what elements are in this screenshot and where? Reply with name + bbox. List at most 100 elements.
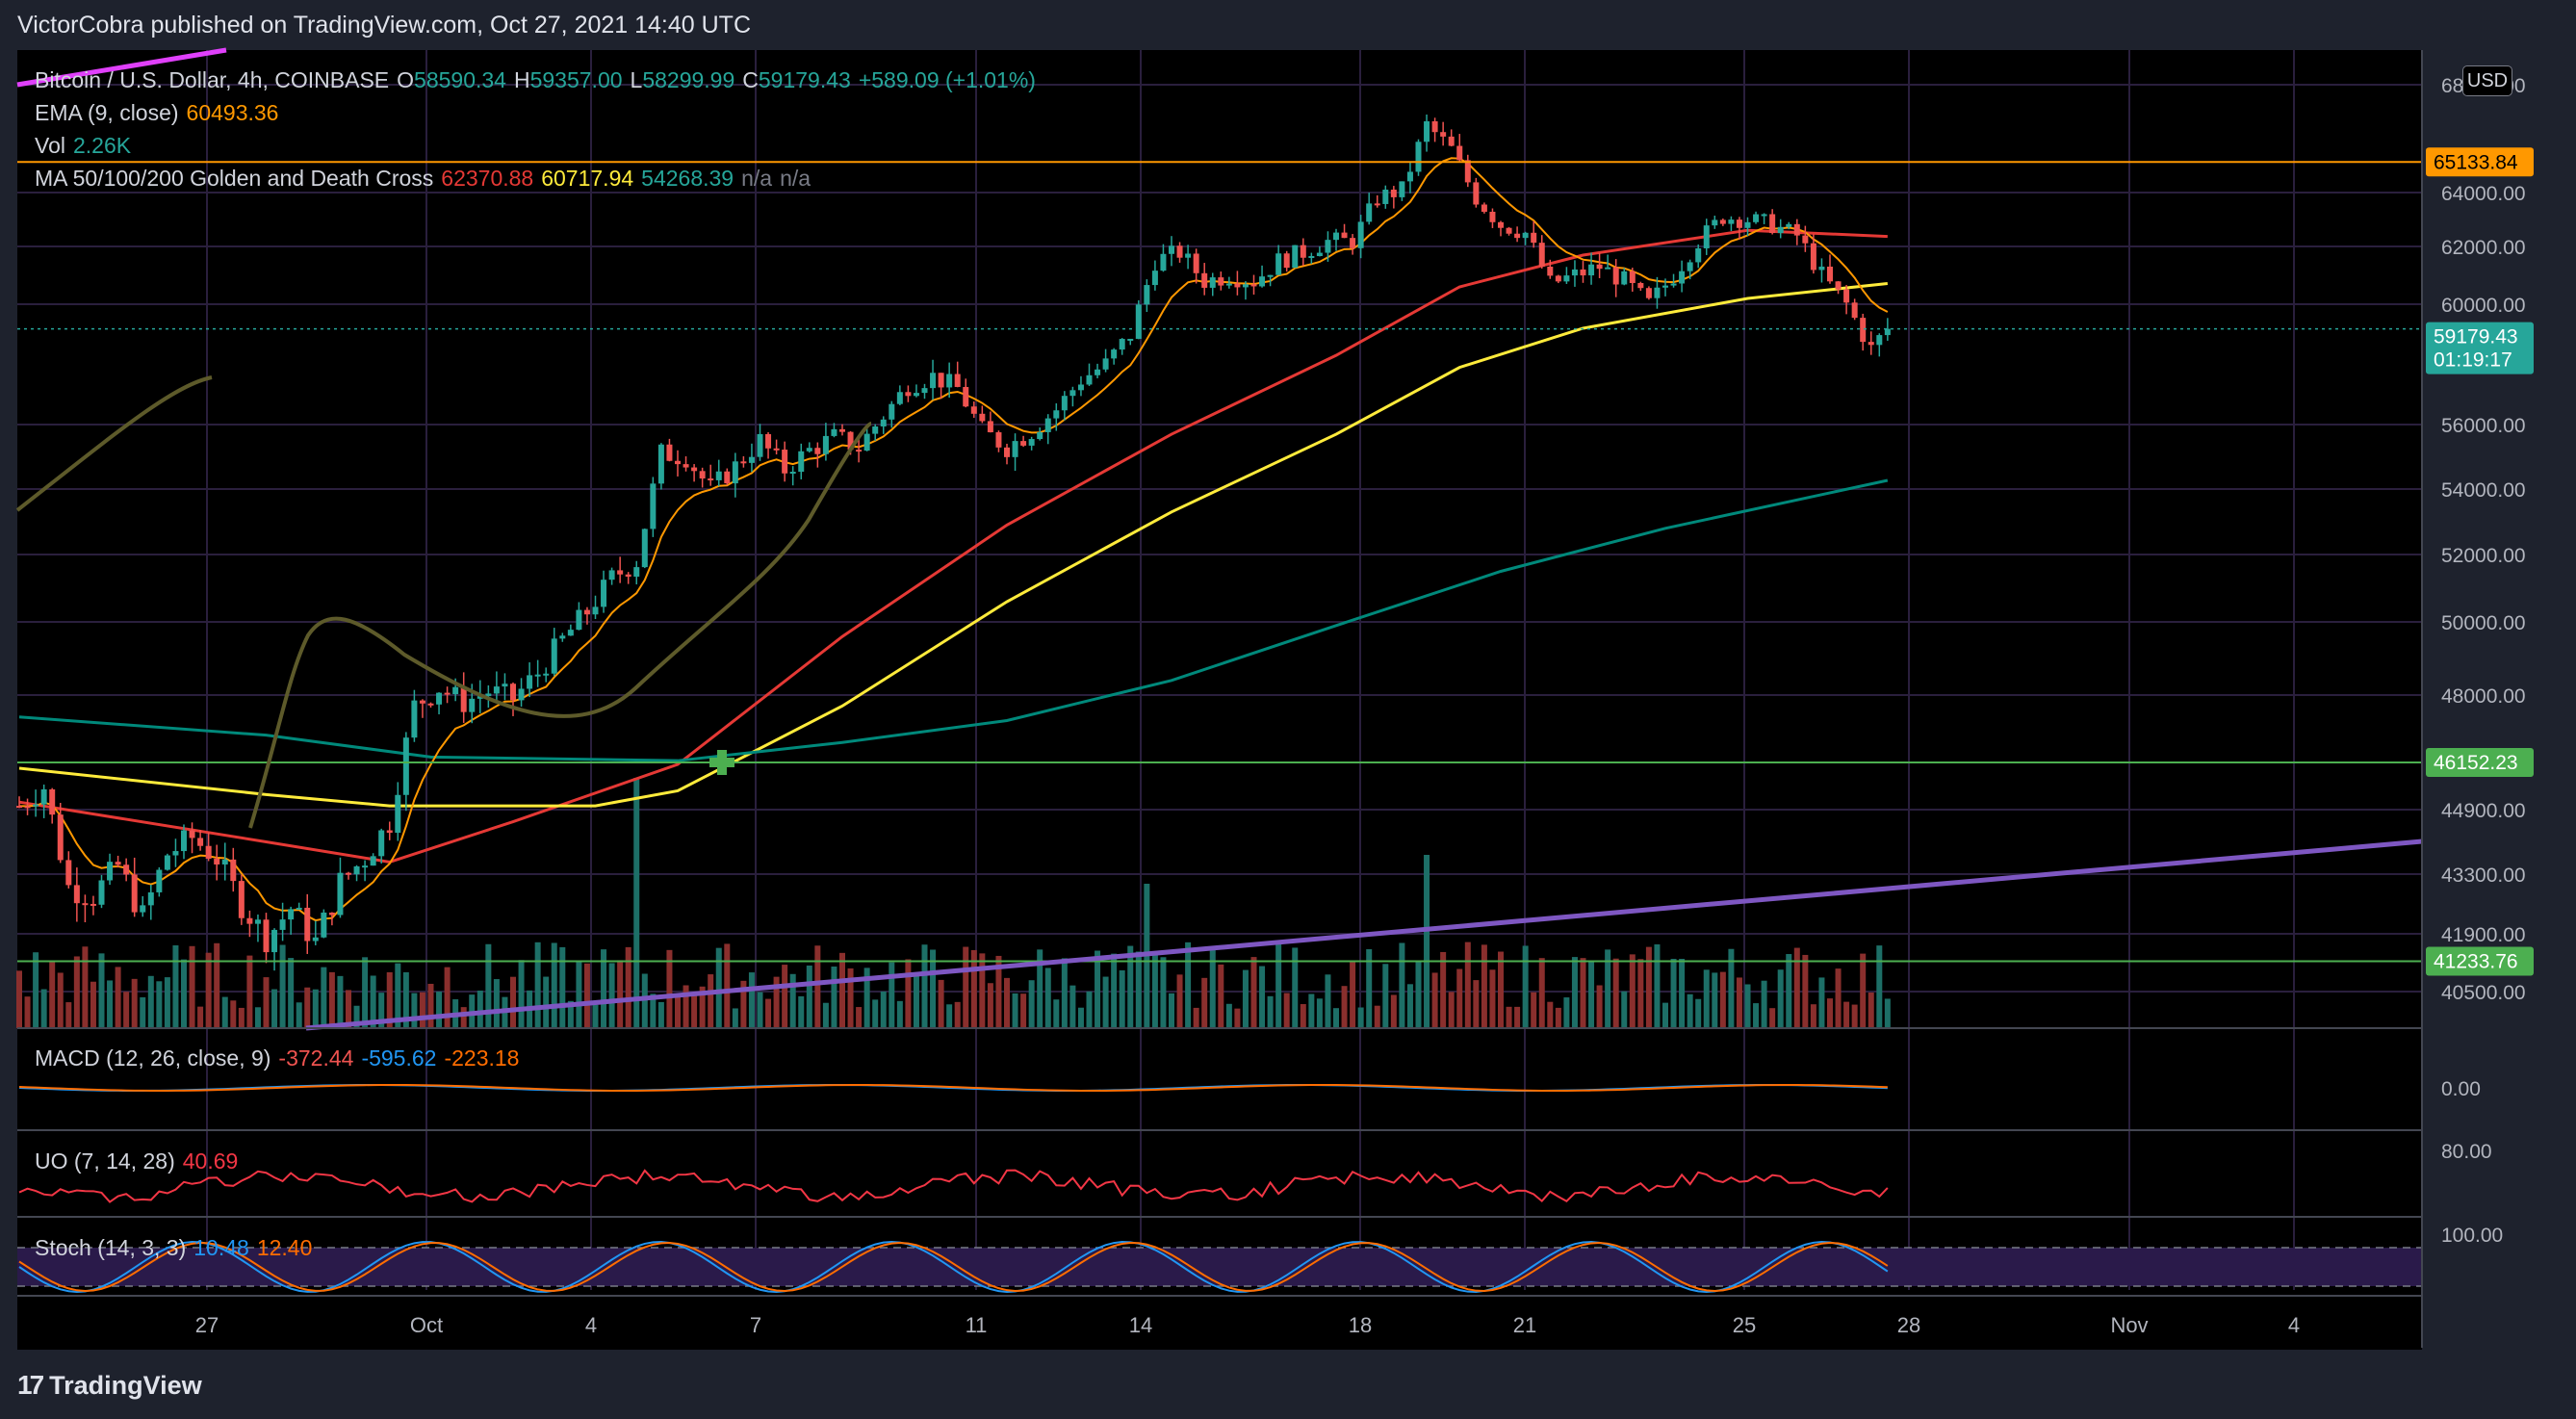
volume-bar: [1086, 991, 1093, 1028]
volume-bar: [831, 967, 837, 1028]
candle-body: [502, 684, 508, 687]
volume-bar: [592, 1004, 599, 1028]
volume-bar: [1580, 958, 1586, 1028]
volume-bar: [1835, 968, 1842, 1028]
symbol-legend[interactable]: Bitcoin / U.S. Dollar, 4h, COINBASE O5859…: [35, 67, 1043, 93]
volume-bar: [1151, 954, 1158, 1028]
volume-bar: [1201, 977, 1208, 1028]
candle-body: [1818, 266, 1825, 271]
candle-body: [1802, 235, 1809, 244]
candle-body: [1728, 219, 1735, 224]
candle-body: [189, 830, 195, 838]
volume-bar: [16, 970, 22, 1028]
candle-body: [1629, 271, 1636, 283]
candle-body: [65, 860, 72, 886]
volume-bar: [1004, 977, 1010, 1028]
volume-bar: [1662, 1002, 1668, 1028]
volume-bar: [715, 947, 722, 1028]
volume-bar: [872, 999, 879, 1028]
candle-body: [889, 403, 895, 420]
candle-body: [1712, 219, 1718, 226]
candle-body: [1514, 233, 1521, 239]
candle-body: [197, 838, 204, 846]
x-tick-label: 4: [585, 1313, 597, 1337]
ema-legend[interactable]: EMA (9, close) 60493.36: [35, 100, 286, 126]
candle-body: [946, 374, 953, 388]
candle-body: [493, 686, 500, 694]
candle-body: [1786, 223, 1792, 227]
currency-badge[interactable]: USD: [2462, 65, 2512, 96]
candle-body: [666, 444, 673, 461]
volume-bar: [1424, 855, 1430, 1028]
candle-body: [1374, 203, 1380, 206]
volume-bar: [362, 957, 369, 1028]
chart-canvas[interactable]: 0.0080.00100.00 27 Oct 4 7 11 14 18 21 25 28 Nov 46…: [0, 0, 2576, 1419]
volume-bar: [1259, 966, 1266, 1028]
volume-bar: [1884, 998, 1891, 1028]
candle-body: [839, 428, 845, 432]
ma-legend[interactable]: MA 50/100/200 Golden and Death Cross 6237…: [35, 166, 818, 192]
candle-body: [559, 635, 566, 639]
volume-bar: [65, 1002, 72, 1028]
candle-body: [337, 872, 344, 916]
volume-bar: [1473, 980, 1480, 1028]
volume-bar: [312, 989, 319, 1028]
volume-bar: [485, 943, 492, 1028]
volume-bar: [1629, 954, 1636, 1028]
candle-body: [411, 700, 418, 738]
candle-body: [1218, 277, 1224, 286]
volume-bar: [1077, 1007, 1084, 1028]
volume-bar: [839, 952, 845, 1028]
volume-bar: [33, 952, 39, 1028]
candle-body: [699, 471, 706, 479]
volume-bar: [1300, 1004, 1306, 1028]
candle-body: [1868, 342, 1874, 346]
volume-bar: [1218, 964, 1224, 1028]
stoch-legend[interactable]: Stoch (14, 3, 3) 10.48 12.40: [35, 1235, 320, 1261]
volume-bar: [1489, 969, 1496, 1028]
candle-body: [551, 638, 557, 674]
candle-body: [601, 580, 607, 607]
candle-body: [395, 794, 401, 834]
candle-body: [279, 919, 286, 930]
y-tick-label: 48000.00: [2441, 685, 2526, 708]
candle-body: [1424, 121, 1430, 142]
candle-body: [921, 388, 928, 394]
candle-body: [1144, 285, 1150, 305]
candle-body: [1761, 214, 1767, 217]
candle-body: [708, 478, 714, 481]
volume-bar: [337, 975, 344, 1028]
candle-body: [164, 855, 170, 870]
candle-body: [1350, 238, 1356, 248]
candle-body: [131, 874, 138, 913]
candle-body: [856, 450, 863, 452]
candle-body: [1242, 284, 1249, 288]
candle-body: [1325, 240, 1331, 253]
candle-body: [798, 451, 805, 473]
candle-body: [1267, 274, 1274, 277]
candle-body: [1719, 219, 1726, 224]
candle-body: [782, 450, 788, 474]
candle-body: [518, 688, 525, 701]
volume-bar: [107, 980, 114, 1028]
candle-body: [172, 851, 179, 856]
candle-body: [73, 885, 80, 904]
candle-body: [1687, 262, 1693, 271]
volume-bar: [1267, 995, 1274, 1028]
candle-body: [1695, 247, 1702, 263]
uo-legend[interactable]: UO (7, 14, 28) 40.69: [35, 1148, 245, 1174]
volume-bar: [1169, 993, 1174, 1028]
candle-body: [1399, 181, 1405, 197]
volume-bar: [1250, 957, 1257, 1028]
candle-body: [1662, 285, 1668, 288]
volume-bar: [477, 990, 483, 1028]
tradingview-icon: 17: [17, 1370, 44, 1400]
candle-body: [863, 433, 870, 452]
candle-body: [230, 859, 237, 882]
macd-legend[interactable]: MACD (12, 26, close, 9) -372.44 -595.62 -22…: [35, 1045, 527, 1071]
volume-legend[interactable]: Vol 2.26K: [35, 133, 139, 159]
x-tick-label: 18: [1349, 1313, 1372, 1337]
tradingview-logo[interactable]: 17 TradingView: [17, 1370, 202, 1401]
volume-bar: [296, 1002, 302, 1028]
volume-bar: [889, 962, 895, 1028]
